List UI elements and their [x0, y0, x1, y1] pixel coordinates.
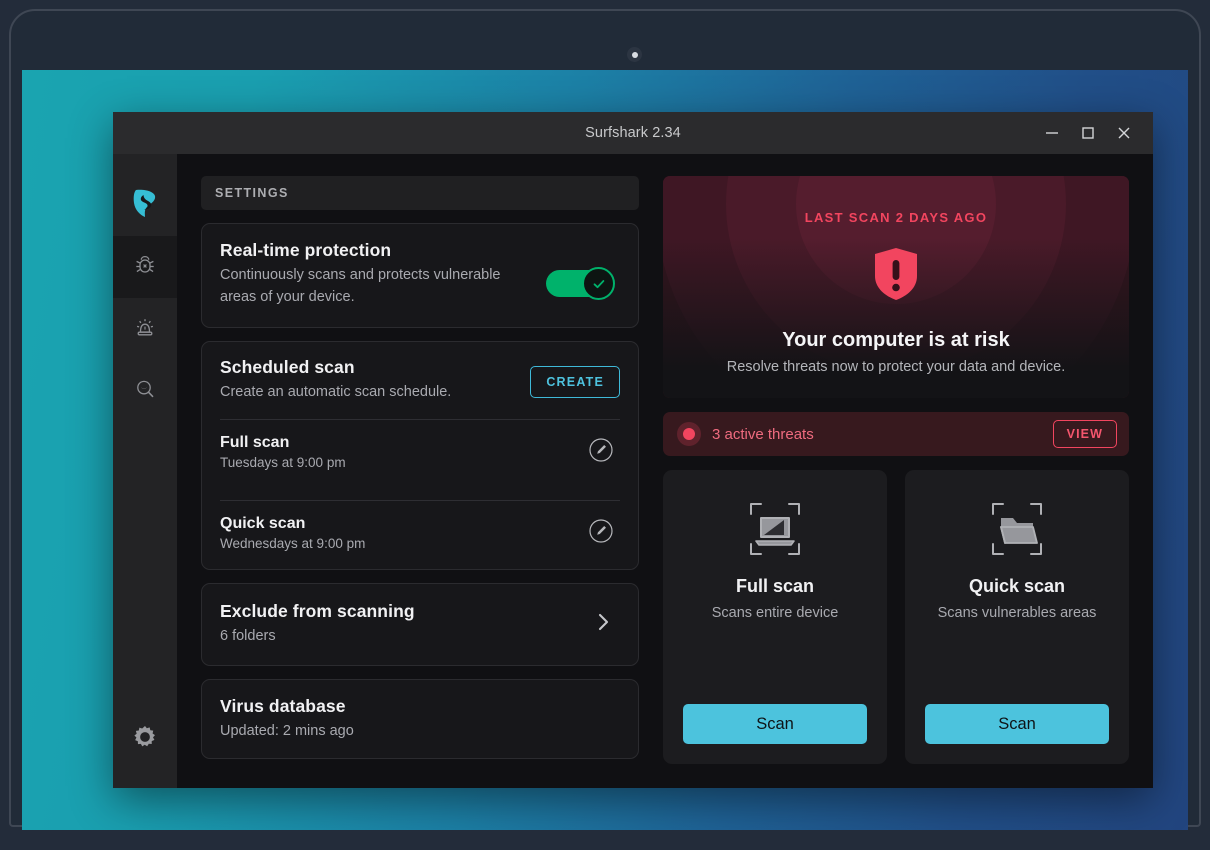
- surfshark-logo-icon: [132, 188, 158, 223]
- threat-indicator-icon: [677, 422, 701, 446]
- risk-content: LAST SCAN 2 DAYS AGO Your computer is at…: [663, 176, 1129, 375]
- settings-column: SETTINGS Real-time protection Continuous…: [201, 176, 639, 764]
- search-shark-icon: [133, 377, 157, 406]
- edit-icon[interactable]: [588, 518, 614, 549]
- realtime-protection-toggle[interactable]: [546, 267, 615, 300]
- scan-card-title: Quick scan: [968, 576, 1066, 596]
- scheduled-row-when: Tuesdays at 9:00 pm: [220, 455, 346, 471]
- quick-scan-button[interactable]: Scan: [925, 704, 1109, 744]
- database-description: Updated: 2 mins ago: [220, 722, 354, 739]
- sidebar-item-settings[interactable]: [113, 708, 177, 770]
- risk-status-panel: LAST SCAN 2 DAYS AGO Your computer is at…: [663, 176, 1129, 398]
- scheduled-scan-header: Scheduled scan Create an automatic scan …: [220, 357, 620, 403]
- exclude-description: 6 folders: [220, 628, 276, 645]
- view-threats-button[interactable]: VIEW: [1052, 420, 1117, 448]
- sidebar-item-antivirus[interactable]: [113, 236, 177, 298]
- scheduled-row-full-scan: Full scan Tuesdays at 9:00 pm: [220, 420, 620, 484]
- scheduled-description: Create an automatic scan schedule.: [220, 383, 452, 400]
- last-scan-label: LAST SCAN 2 DAYS AGO: [804, 210, 988, 225]
- realtime-text: Real-time protection Continuously scans …: [220, 240, 520, 309]
- folder-scan-icon: [981, 492, 1053, 566]
- scheduled-row-text: Quick scan Wednesdays at 9:00 pm: [220, 515, 365, 551]
- scan-card-description: Scans vulnerables areas: [937, 605, 1097, 621]
- chevron-right-icon[interactable]: [594, 611, 612, 638]
- realtime-title: Real-time protection: [220, 240, 392, 260]
- toggle-knob: [582, 267, 615, 300]
- scheduled-row-when: Wednesdays at 9:00 pm: [220, 536, 366, 552]
- scheduled-row-name: Full scan: [220, 434, 290, 452]
- desktop-wallpaper: Surfshark 2.34 SETTINGS Real-time protec…: [22, 70, 1188, 830]
- sidebar-item-search[interactable]: [113, 360, 177, 422]
- status-column: LAST SCAN 2 DAYS AGO Your computer is at…: [663, 176, 1129, 764]
- active-threats-bar: 3 active threats VIEW: [663, 412, 1129, 456]
- scan-cards: Full scan Scans entire device Scan Quick…: [663, 470, 1129, 764]
- alert-siren-icon: [133, 315, 157, 344]
- scan-card-description: Scans entire device: [711, 605, 839, 621]
- gear-icon: [132, 724, 158, 755]
- close-icon[interactable]: [1107, 118, 1141, 148]
- scan-card-full: Full scan Scans entire device Scan: [663, 470, 887, 764]
- scan-card-quick: Quick scan Scans vulnerables areas Scan: [905, 470, 1129, 764]
- risk-description: Resolve threats now to protect your data…: [726, 359, 1066, 375]
- exclude-text: Exclude from scanning 6 folders: [220, 601, 415, 647]
- webcam-icon: [627, 47, 642, 62]
- card-virus-database: Virus database Updated: 2 mins ago: [201, 678, 639, 760]
- exclude-title: Exclude from scanning: [220, 601, 415, 622]
- sidebar-item-alert[interactable]: [113, 298, 177, 360]
- sidebar-rail: [113, 154, 177, 788]
- card-realtime-protection: Real-time protection Continuously scans …: [201, 223, 639, 328]
- minimize-icon[interactable]: [1035, 118, 1069, 148]
- card-scheduled-scan: Scheduled scan Create an automatic scan …: [201, 340, 639, 571]
- realtime-description: Continuously scans and protects vulnerab…: [220, 267, 501, 306]
- edit-icon[interactable]: [588, 437, 614, 468]
- create-schedule-button[interactable]: CREATE: [530, 365, 620, 398]
- window-titlebar[interactable]: Surfshark 2.34: [113, 112, 1153, 154]
- sidebar-item-surfshark-logo[interactable]: [113, 174, 177, 236]
- scheduled-row-text: Full scan Tuesdays at 9:00 pm: [220, 434, 346, 470]
- window-body: SETTINGS Real-time protection Continuous…: [113, 154, 1153, 788]
- card-exclude-from-scanning[interactable]: Exclude from scanning 6 folders: [201, 583, 639, 666]
- shield-alert-icon: [873, 246, 919, 307]
- scheduled-row-quick-scan: Quick scan Wednesdays at 9:00 pm: [220, 501, 620, 565]
- main-content: SETTINGS Real-time protection Continuous…: [177, 154, 1153, 788]
- window-title: Surfshark 2.34: [585, 125, 681, 141]
- shield-alert-wrap: [663, 246, 1129, 307]
- scheduled-title: Scheduled scan: [220, 356, 355, 377]
- surfshark-app-window: Surfshark 2.34 SETTINGS Real-time protec…: [113, 112, 1153, 788]
- scan-card-title: Full scan: [735, 576, 815, 596]
- database-title: Virus database: [220, 695, 346, 716]
- laptop-scan-icon: [739, 492, 811, 566]
- scheduled-row-name: Quick scan: [220, 515, 306, 533]
- maximize-icon[interactable]: [1071, 118, 1105, 148]
- scheduled-text: Scheduled scan Create an automatic scan …: [220, 357, 451, 403]
- risk-title: Your computer is at risk: [782, 329, 1010, 351]
- active-threats-label: 3 active threats: [712, 425, 814, 443]
- settings-header: SETTINGS: [201, 176, 639, 210]
- window-controls: [1035, 118, 1141, 148]
- bug-icon: [133, 253, 157, 282]
- full-scan-button[interactable]: Scan: [683, 704, 867, 744]
